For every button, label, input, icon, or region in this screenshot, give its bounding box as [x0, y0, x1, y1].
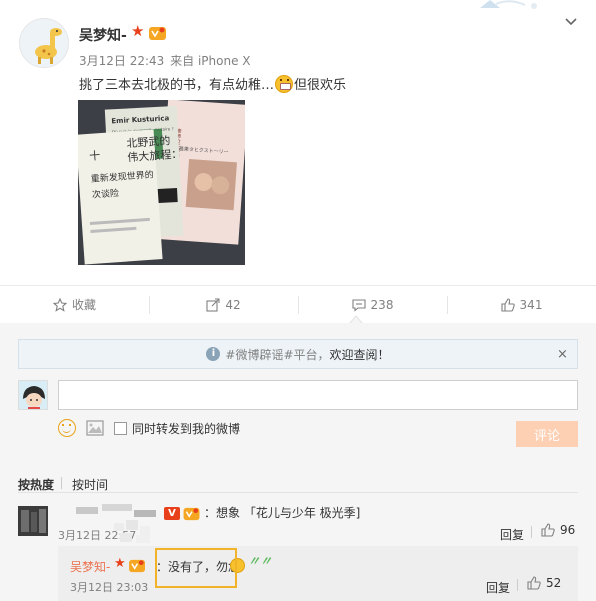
post-photo[interactable]: 最果タヒクストーリー 最果夕比的温暖 Emir Kusturica Où sui… — [78, 100, 245, 265]
composer-tools: 同时转发到我的微博 — [58, 418, 240, 438]
comment-count: 238 — [370, 297, 394, 312]
repost-count: 42 — [225, 297, 241, 312]
comment-sort-bar: 按热度 按时间 — [18, 463, 578, 493]
info-icon: i — [206, 347, 221, 361]
post-source: 来自 iPhone X — [170, 54, 251, 68]
thumbs-up-icon — [527, 576, 541, 590]
divider — [531, 526, 532, 538]
blurred-username — [76, 504, 158, 518]
comment-badges: V — [164, 506, 201, 521]
vip-badge-icon — [129, 559, 145, 573]
post-text-part1: 挑了三本去北极的书，有点幼稚… — [79, 78, 275, 93]
repost-button[interactable]: 42 — [149, 286, 298, 323]
reply-like-count: 52 — [546, 576, 562, 590]
submit-comment-button[interactable]: 评论 — [516, 421, 578, 447]
post-text-part2: 但很欢乐 — [294, 78, 347, 93]
blur-mosaic — [114, 520, 150, 543]
reply-username[interactable]: 吴梦知- — [70, 558, 110, 575]
reply-like-button[interactable]: 52 — [527, 576, 561, 590]
sort-divider — [61, 477, 63, 489]
verified-badge-icon: V — [164, 507, 180, 520]
reply-button[interactable]: 回复 — [486, 579, 510, 596]
post-action-bar: 收藏 42 238 341 — [0, 285, 596, 323]
star-outline-icon — [52, 297, 67, 312]
post-text: 挑了三本去北极的书，有点幼稚… 但很欢乐 — [79, 74, 346, 93]
notice-link[interactable]: 欢迎查阅！ — [330, 346, 390, 363]
girl-avatar-icon — [19, 381, 47, 409]
favorite-button[interactable]: 收藏 — [0, 286, 149, 323]
star-badge-icon: ★ — [131, 22, 145, 40]
comment-text: ：想象 「花儿与少年 极光季] — [204, 506, 361, 520]
post-time[interactable]: 3月12日 22:43 — [79, 54, 164, 68]
reply-button[interactable]: 回复 — [500, 526, 524, 543]
weibo-post-card: 吴梦知- ★ 3月12日 22:43 来自 iPhone X 挑了三本去北极的书… — [0, 0, 596, 324]
corner-decoration-icon — [480, 0, 537, 9]
divider — [517, 579, 518, 591]
reply-time: 3月12日 23:03 — [70, 581, 149, 594]
book2-title-3: 十 — [89, 148, 101, 163]
thumbs-up-icon — [500, 297, 515, 312]
notice-text: #微博辟谣#平台， — [225, 347, 330, 362]
giraffe-avatar-icon — [20, 19, 68, 67]
repost-icon — [206, 297, 220, 312]
reply-comment: 吴梦知- ★ ：没有了，勿念 〃〃 3月12日 23:03 回复 52 — [58, 546, 578, 601]
tab-sort-time[interactable]: 按时间 — [72, 463, 108, 493]
weibo-page: 吴梦知- ★ 3月12日 22:43 来自 iPhone X 挑了三本去北极的书… — [0, 0, 596, 601]
grin-icon — [275, 75, 294, 93]
comment-avatar[interactable] — [18, 506, 48, 536]
like-button[interactable]: 341 — [447, 286, 596, 323]
author-avatar[interactable] — [19, 18, 69, 68]
image-icon[interactable] — [86, 420, 104, 436]
star-badge-icon: ★ — [114, 556, 126, 571]
like-count: 341 — [519, 297, 543, 312]
post-meta: 3月12日 22:43 来自 iPhone X — [79, 52, 253, 69]
emoji-icon[interactable] — [58, 419, 76, 437]
author-name[interactable]: 吴梦知- — [79, 25, 127, 45]
thumbs-up-icon — [541, 523, 555, 537]
comment-avatar-image — [18, 506, 48, 536]
comment-button[interactable]: 238 — [298, 286, 447, 323]
sparkle-emoji-icon: 〃〃 — [248, 554, 273, 568]
comment-input[interactable] — [58, 380, 578, 410]
comment-section: i #微博辟谣#平台， 欢迎查阅！ × 同时转发到我的微博 评论 按热度 按时间… — [0, 323, 596, 601]
current-user-avatar — [18, 380, 48, 410]
vip-badge-icon — [149, 27, 166, 40]
repost-option-label: 同时转发到我的微博 — [132, 421, 241, 436]
comment-icon — [351, 298, 366, 312]
highlight-box — [155, 548, 237, 588]
tab-sort-hot[interactable]: 按热度 — [18, 463, 54, 493]
books-photo: 最果タヒクストーリー 最果夕比的温暖 Emir Kusturica Où sui… — [78, 100, 245, 265]
favorite-label: 收藏 — [71, 298, 96, 312]
close-icon[interactable]: × — [557, 347, 568, 362]
comment-like-count: 96 — [560, 523, 576, 537]
repost-checkbox[interactable] — [114, 421, 127, 435]
comment-like-button[interactable]: 96 — [541, 523, 575, 537]
rumor-notice-banner: i #微博辟谣#平台， 欢迎查阅！ — [18, 339, 578, 369]
chevron-down-icon[interactable] — [563, 14, 579, 30]
vip-badge-icon — [183, 507, 200, 521]
